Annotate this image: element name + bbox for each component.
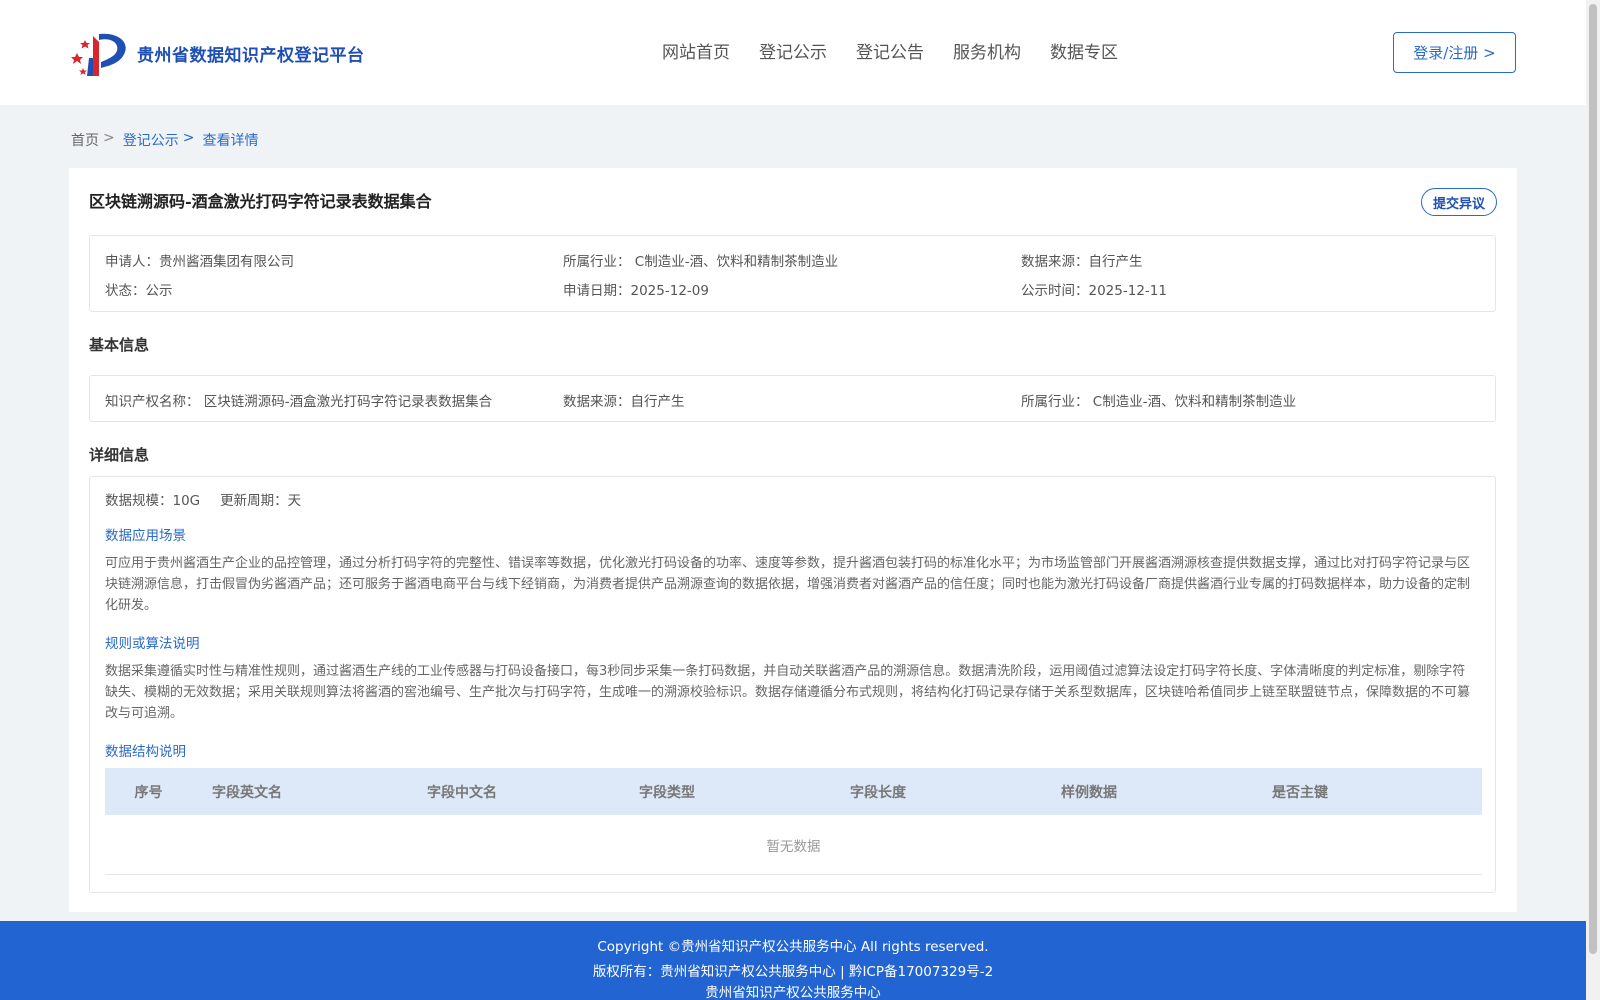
nav-service-agencies[interactable]: 服务机构 <box>953 38 1021 63</box>
rules-text: 数据采集遵循实时性与精准性规则，通过酱酒生产线的工业传感器与打码设备接口，每3秒… <box>105 664 1471 721</box>
column-header: 字段英文名 <box>212 784 282 801</box>
scenario-text: 可应用于贵州酱酒生产企业的品控管理，通过分析打码字符的完整性、错误率等数据，优化… <box>105 556 1471 613</box>
apply-date-field: 申请日期：2025-12-09 <box>563 283 709 299</box>
site-header: 贵州省数据知识产权登记平台 网站首页 登记公示 登记公告 服务机构 数据专区 登… <box>0 0 1586 105</box>
nav-registration-announcement[interactable]: 登记公告 <box>856 38 924 63</box>
breadcrumb-home[interactable]: 首页 <box>71 130 99 150</box>
breadcrumb-current[interactable]: 查看详情 <box>202 130 258 150</box>
column-header: 字段长度 <box>850 784 906 801</box>
column-header: 字段类型 <box>639 784 695 801</box>
basic-info-heading: 基本信息 <box>89 336 150 354</box>
table-empty-state: 暂无数据 <box>105 815 1482 875</box>
column-header: 样例数据 <box>1061 784 1117 801</box>
breadcrumb-separator: > <box>182 130 195 146</box>
nav-home[interactable]: 网站首页 <box>662 38 730 63</box>
main-nav: 网站首页 登记公示 登记公告 服务机构 数据专区 <box>662 38 1147 63</box>
basic-industry-field: 所属行业： C制造业-酒、饮料和精制茶制造业 <box>1021 394 1297 410</box>
structure-heading: 数据结构说明 <box>105 744 186 760</box>
detail-info-box: 数据规模：10G 更新周期：天 数据应用场景 可应用于贵州酱酒生产企业的品控管理… <box>89 476 1496 893</box>
footer-org: 贵州省知识产权公共服务中心 <box>705 985 881 1000</box>
breadcrumb: 首页 > 登记公示 > 查看详情 <box>71 130 258 150</box>
column-header: 是否主键 <box>1272 784 1328 801</box>
basic-source-field: 数据来源：自行产生 <box>563 394 685 410</box>
applicant-field: 申请人：贵州酱酒集团有限公司 <box>105 254 294 270</box>
basic-info-box: 知识产权名称： 区块链溯源码-酒盒激光打码字符记录表数据集合 数据来源：自行产生… <box>89 375 1496 422</box>
column-header: 字段中文名 <box>427 784 497 801</box>
record-title: 区块链溯源码-酒盒激光打码字符记录表数据集合 <box>89 192 432 211</box>
status-field: 状态：公示 <box>105 283 173 299</box>
publish-date-field: 公示时间：2025-12-11 <box>1021 283 1167 299</box>
scrollbar-thumb[interactable] <box>1589 4 1597 954</box>
detail-card: 区块链溯源码-酒盒激光打码字符记录表数据集合 提交异议 申请人：贵州酱酒集团有限… <box>69 168 1517 912</box>
detail-info-heading: 详细信息 <box>89 446 150 464</box>
ip-name-field: 知识产权名称： 区块链溯源码-酒盒激光打码字符记录表数据集合 <box>105 394 493 410</box>
breadcrumb-separator: > <box>103 130 115 146</box>
column-header: 序号 <box>134 784 163 801</box>
login-register-button[interactable]: 登录/注册 > <box>1393 32 1516 73</box>
footer-copyright: Copyright ©贵州省知识产权公共服务中心 All rights rese… <box>597 939 989 955</box>
update-cycle-field: 更新周期：天 <box>220 493 302 509</box>
nav-registration-publicity[interactable]: 登记公示 <box>759 38 827 63</box>
nav-data-zone[interactable]: 数据专区 <box>1050 38 1118 63</box>
footer-rights[interactable]: 版权所有：贵州省知识产权公共服务中心 | 黔ICP备17007329号-2 <box>0 960 1586 980</box>
breadcrumb-parent[interactable]: 登记公示 <box>123 130 179 150</box>
site-logo[interactable]: 贵州省数据知识产权登记平台 <box>71 28 365 78</box>
site-title: 贵州省数据知识产权登记平台 <box>137 45 365 66</box>
table-header: 序号 字段英文名 字段中文名 字段类型 字段长度 样例数据 是否主键 <box>105 768 1482 815</box>
rules-heading: 规则或算法说明 <box>105 636 200 652</box>
scenario-heading: 数据应用场景 <box>105 528 186 544</box>
summary-box: 申请人：贵州酱酒集团有限公司 所属行业： C制造业-酒、饮料和精制茶制造业 数据… <box>89 235 1496 312</box>
data-source-field: 数据来源：自行产生 <box>1021 254 1143 270</box>
site-footer: Copyright ©贵州省知识产权公共服务中心 All rights rese… <box>0 921 1586 1000</box>
data-structure-table: 序号 字段英文名 字段中文名 字段类型 字段长度 样例数据 是否主键 暂无数据 <box>105 768 1482 875</box>
submit-objection-button[interactable]: 提交异议 <box>1421 188 1497 216</box>
page-scrollbar[interactable] <box>1586 0 1600 1000</box>
data-scale-field: 数据规模：10G <box>105 493 201 509</box>
industry-field: 所属行业： C制造业-酒、饮料和精制茶制造业 <box>563 254 839 270</box>
logo-emblem-icon <box>71 33 126 76</box>
